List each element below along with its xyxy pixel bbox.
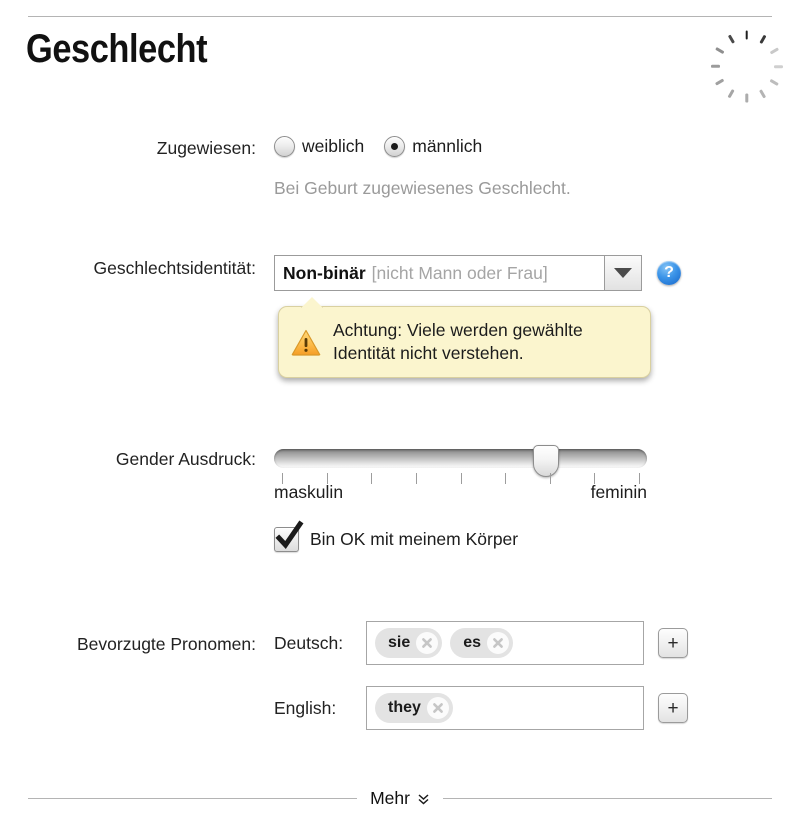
radio-option-weiblich[interactable]: weiblich bbox=[274, 136, 364, 157]
spinner-spoke bbox=[710, 65, 720, 68]
loading-spinner bbox=[710, 25, 783, 103]
expression-slider[interactable] bbox=[274, 445, 647, 484]
pronouns-english-sublabel: English: bbox=[274, 697, 337, 718]
identity-label: Geschlechtsidentität: bbox=[93, 258, 256, 278]
warning-triangle-icon bbox=[291, 329, 321, 356]
warning-tooltip-line2: Identität nicht verstehen. bbox=[333, 343, 524, 363]
assigned-label: Zugewiesen: bbox=[156, 138, 256, 158]
gender-settings-page: Geschlecht Zugewiesen: weiblich männlich… bbox=[0, 0, 800, 813]
radio-weiblich-label: weiblich bbox=[302, 136, 365, 156]
token-pill-label: they bbox=[388, 699, 421, 716]
checkmark-icon bbox=[275, 520, 304, 549]
remove-token-icon[interactable] bbox=[416, 632, 439, 654]
more-button[interactable]: Mehr bbox=[357, 788, 443, 809]
double-chevron-down-icon bbox=[417, 792, 430, 806]
spinner-spoke bbox=[727, 89, 735, 99]
slider-max-label: feminin bbox=[590, 482, 647, 502]
more-label: Mehr bbox=[370, 788, 410, 808]
assigned-radio-group: weiblich männlich bbox=[274, 136, 502, 157]
warning-tooltip-text: Achtung: Viele werden gewählte Identität… bbox=[333, 319, 583, 365]
footer-divider-left bbox=[28, 798, 358, 799]
body-ok-checkbox[interactable] bbox=[274, 520, 304, 552]
slider-track[interactable] bbox=[274, 449, 647, 468]
token-pill-label: sie bbox=[388, 634, 411, 651]
spinner-spoke bbox=[773, 65, 783, 68]
warning-tooltip: Achtung: Viele werden gewählte Identität… bbox=[278, 297, 651, 378]
token-pill[interactable]: they bbox=[375, 693, 453, 723]
assigned-hint: Bei Geburt zugewiesenes Geschlecht. bbox=[274, 178, 571, 198]
identity-select-note: [nicht Mann oder Frau] bbox=[371, 262, 548, 283]
expression-label: Gender Ausdruck: bbox=[115, 449, 256, 469]
pronouns-row-deutsch: Deutsch: sie es + bbox=[274, 621, 688, 665]
identity-select-field[interactable]: Non-binär [nicht Mann oder Frau] bbox=[274, 255, 604, 291]
pronouns-deutsch-field[interactable]: sie es bbox=[366, 621, 644, 665]
pronouns-deutsch-sublabel: Deutsch: bbox=[274, 632, 344, 653]
identity-dropdown-button[interactable] bbox=[604, 255, 642, 291]
identity-select-value: Non-binär bbox=[283, 262, 366, 283]
pronouns-row-english: English: they + bbox=[274, 686, 688, 730]
body-ok-checkbox-row[interactable]: Bin OK mit meinem Körper bbox=[274, 520, 519, 552]
spinner-spoke bbox=[714, 78, 724, 86]
radio-weiblich-icon[interactable] bbox=[274, 136, 295, 157]
remove-token-icon[interactable] bbox=[426, 697, 449, 719]
more-footer: Mehr bbox=[28, 788, 772, 809]
radio-maennlich-label: männlich bbox=[412, 136, 483, 156]
token-pill[interactable]: sie bbox=[375, 628, 443, 658]
spinner-spoke bbox=[745, 93, 748, 103]
identity-select[interactable]: Non-binär [nicht Mann oder Frau] bbox=[274, 255, 642, 291]
pronouns-label: Bevorzugte Pronomen: bbox=[77, 634, 256, 654]
help-icon[interactable]: ? bbox=[657, 261, 681, 285]
warning-tooltip-line1: Achtung: Viele werden gewählte bbox=[333, 320, 583, 340]
slider-min-label: maskulin bbox=[274, 482, 344, 502]
page-title: Geschlecht bbox=[26, 27, 208, 71]
spinner-spoke bbox=[759, 34, 766, 44]
spinner-spoke bbox=[745, 30, 748, 40]
spinner-spoke bbox=[727, 34, 735, 44]
slider-end-labels: maskulin feminin bbox=[274, 482, 647, 503]
token-pill-label: es bbox=[463, 634, 482, 651]
spinner-spoke bbox=[759, 89, 766, 99]
chevron-down-icon bbox=[614, 268, 632, 278]
remove-token-icon[interactable] bbox=[487, 632, 510, 654]
spinner-spoke bbox=[769, 47, 779, 55]
token-pill[interactable]: es bbox=[450, 628, 514, 658]
add-pronoun-english-button[interactable]: + bbox=[658, 693, 688, 723]
add-pronoun-deutsch-button[interactable]: + bbox=[658, 628, 688, 658]
spinner-spoke bbox=[714, 47, 724, 55]
tooltip-pointer bbox=[301, 297, 323, 308]
radio-maennlich-icon[interactable] bbox=[384, 136, 406, 157]
pronouns-english-field[interactable]: they bbox=[366, 686, 644, 730]
footer-divider-right bbox=[442, 798, 772, 799]
spinner-spoke bbox=[769, 78, 779, 86]
radio-option-maennlich[interactable]: männlich bbox=[384, 136, 482, 157]
top-divider bbox=[28, 16, 772, 17]
body-ok-label: Bin OK mit meinem Körper bbox=[310, 529, 519, 549]
